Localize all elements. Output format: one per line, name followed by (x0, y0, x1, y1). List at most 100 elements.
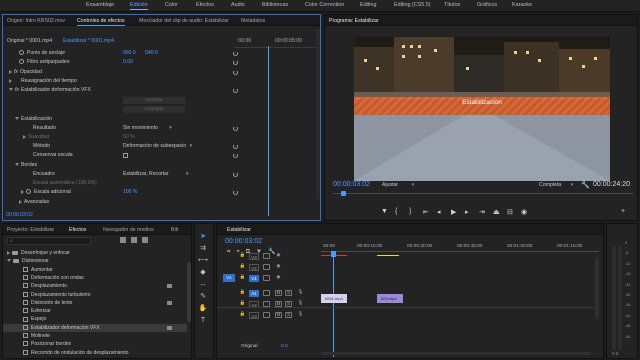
track-label[interactable]: V2 (249, 264, 259, 271)
list-item[interactable]: Molinete (3, 332, 187, 340)
wrench-icon[interactable]: 🔧 (581, 181, 590, 189)
chevron-right-icon[interactable] (9, 78, 12, 83)
reset-icon[interactable] (233, 126, 238, 131)
list-item[interactable]: Espejo (3, 315, 187, 323)
quality-select[interactable]: Completa ▾ (539, 182, 573, 188)
ec-timecode[interactable]: 00:00:03:02 (6, 212, 33, 220)
ec-scrollbar[interactable] (316, 29, 320, 199)
track-label[interactable]: A1 (249, 290, 259, 297)
tab-audio-clip-mixer[interactable]: Mezclador del clip de audio: Estabilizar (139, 18, 229, 24)
mark-in-icon[interactable]: { (395, 208, 397, 215)
keep-scale-checkbox[interactable] (123, 153, 128, 158)
hand-tool-icon[interactable]: ✋ (198, 304, 208, 313)
sync-lock-icon[interactable] (263, 275, 270, 281)
effect-row[interactable]: fx Estabilizador deformación VFX (9, 87, 91, 95)
list-item[interactable]: Deformación con ondas (3, 274, 187, 282)
stabilization-section[interactable]: Estabilización (15, 116, 52, 124)
workspace-graficos[interactable]: Gráficos (477, 2, 497, 8)
go-to-in-icon[interactable]: ⇤ (423, 208, 429, 216)
list-item[interactable]: Distorsionar (3, 257, 187, 265)
tab-sequence[interactable]: Estabilizar (227, 227, 251, 233)
lock-icon[interactable]: 🔒 (239, 311, 246, 318)
list-item[interactable]: Desplazamiento (3, 282, 187, 290)
clip-v1-b[interactable]: 003.mp4 (377, 294, 403, 303)
program-playhead[interactable] (341, 191, 346, 196)
fit-select[interactable]: Ajustar ▾ (382, 182, 414, 188)
solo-button[interactable]: S (285, 312, 292, 318)
track-label[interactable]: V1 (249, 275, 259, 282)
chevron-down-icon[interactable] (15, 163, 19, 167)
sync-lock-icon[interactable] (263, 290, 270, 296)
sync-lock-icon[interactable] (263, 264, 270, 270)
workspace-efectos[interactable]: Efectos (196, 2, 214, 8)
opacity-row[interactable]: fx Opacidad (9, 69, 42, 77)
go-to-out-icon[interactable]: ⇥ (479, 208, 485, 216)
chevron-right-icon[interactable] (19, 199, 22, 204)
sync-lock-icon[interactable] (263, 253, 270, 259)
workspace-color[interactable]: Color (165, 2, 178, 8)
camera-icon[interactable]: ◉ (521, 208, 527, 216)
reset-icon[interactable] (233, 60, 238, 65)
program-video-frame[interactable] (354, 37, 610, 181)
step-forward-icon[interactable]: ▸ (465, 208, 469, 216)
workspace-titulos[interactable]: Títulos (444, 2, 460, 8)
yuv-effects-icon[interactable] (142, 237, 148, 243)
add-button-icon[interactable]: + (621, 208, 625, 215)
track-select-tool-icon[interactable]: ⇉ (198, 244, 208, 253)
step-back-icon[interactable]: ◂ (437, 208, 441, 216)
chevron-right-icon[interactable] (9, 69, 12, 74)
reset-icon[interactable] (233, 88, 238, 93)
stopwatch-icon[interactable] (19, 50, 24, 56)
chevron-down-icon[interactable] (9, 88, 13, 92)
workspace-edicion[interactable]: Edición (130, 2, 148, 10)
effects-scrollbar[interactable] (187, 262, 191, 322)
razor-tool-icon[interactable]: ◆ (198, 268, 208, 277)
ripple-edit-tool-icon[interactable]: ⟷ (198, 256, 208, 265)
analyze-button[interactable]: Analizar (123, 97, 185, 104)
mic-icon[interactable]: 🎙 (297, 289, 304, 296)
program-scrubber[interactable] (333, 193, 633, 194)
effects-search-input[interactable]: ⌕ (7, 237, 91, 245)
lock-icon[interactable]: 🔒 (239, 274, 246, 281)
list-item[interactable]: Distorsión de lente (3, 299, 187, 307)
reset-icon[interactable] (233, 153, 238, 158)
timeline-scrollbar[interactable] (595, 258, 599, 318)
sync-lock-icon[interactable] (263, 312, 270, 318)
lock-icon[interactable]: 🔒 (239, 263, 246, 270)
32bit-effects-icon[interactable] (131, 237, 137, 243)
tab-source[interactable]: Origen: Intro KRS02.mov (7, 18, 65, 24)
slip-tool-icon[interactable]: ↔ (198, 280, 208, 289)
list-item[interactable]: Aumentar (3, 266, 187, 274)
list-item[interactable]: Recorrido de ondulación de desplazamient… (3, 349, 187, 357)
ec-playhead[interactable] (268, 46, 269, 216)
result-select[interactable]: Sin movimiento ▾ (123, 125, 172, 133)
reset-icon[interactable] (233, 51, 238, 56)
advanced-section[interactable]: Avanzadas (19, 199, 49, 207)
anchor-x[interactable]: 960.0 (123, 50, 136, 58)
add-scale-value[interactable]: 100 % (123, 189, 137, 197)
tab-effects[interactable]: Efectos (69, 227, 86, 233)
tab-media-browser[interactable]: Navegador de medios (103, 227, 154, 233)
list-item[interactable]: Desenfoque y enfocar (3, 249, 187, 257)
timeline-h-scrollbar[interactable] (321, 352, 591, 355)
track-label[interactable]: A3 (249, 312, 259, 319)
lift-icon[interactable]: ⏏ (493, 208, 500, 216)
add-marker-icon[interactable]: ▼ (381, 208, 388, 215)
meter-solo-buttons[interactable]: S S (612, 351, 618, 356)
workspace-color-correction[interactable]: Color Correction (305, 2, 344, 8)
reset-icon[interactable] (233, 144, 238, 149)
type-tool-icon[interactable]: T (198, 316, 208, 325)
list-item[interactable]: Posicionar bordes (3, 340, 187, 348)
antiflicker-value[interactable]: 0.00 (123, 59, 133, 67)
timeline-timecode[interactable]: 00:00:03:02 (225, 238, 262, 245)
clip-v1-a[interactable]: 0001.mp4 (321, 294, 347, 303)
tab-project[interactable]: Proyecto: Estabilizar (7, 227, 54, 233)
mute-button[interactable]: M (275, 312, 282, 318)
chevron-right-icon[interactable] (7, 250, 10, 255)
tab-program[interactable]: Programa: Estabilizar (329, 18, 379, 24)
reset-icon[interactable] (233, 172, 238, 177)
solo-button[interactable]: S (285, 290, 292, 296)
workspace-ensamblaje[interactable]: Ensamblaje (86, 2, 114, 8)
extract-icon[interactable]: ⊟ (507, 208, 513, 216)
stopwatch-icon[interactable] (26, 189, 31, 195)
